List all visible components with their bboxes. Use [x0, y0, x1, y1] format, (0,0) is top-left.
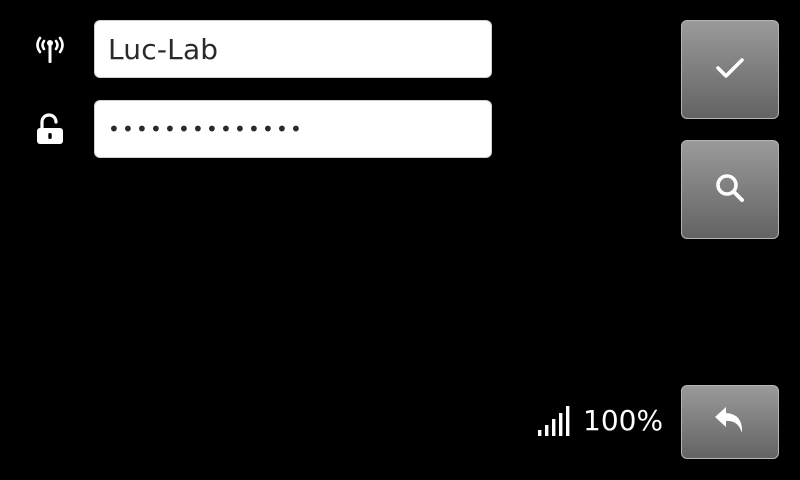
back-button[interactable]: [681, 385, 779, 459]
signal-strength-value: 100%: [583, 404, 664, 437]
confirm-button[interactable]: [681, 20, 779, 119]
ssid-input[interactable]: Luc-Lab: [94, 20, 492, 78]
unlocked-padlock-icon: [30, 110, 70, 150]
back-arrow-icon: [712, 404, 748, 440]
password-input[interactable]: ••••••••••••••: [94, 100, 492, 158]
wifi-antenna-icon: [30, 29, 70, 69]
checkmark-icon: [713, 51, 747, 89]
search-icon: [713, 171, 747, 209]
scan-networks-button[interactable]: [681, 140, 779, 239]
signal-strength-icon: [537, 404, 573, 436]
